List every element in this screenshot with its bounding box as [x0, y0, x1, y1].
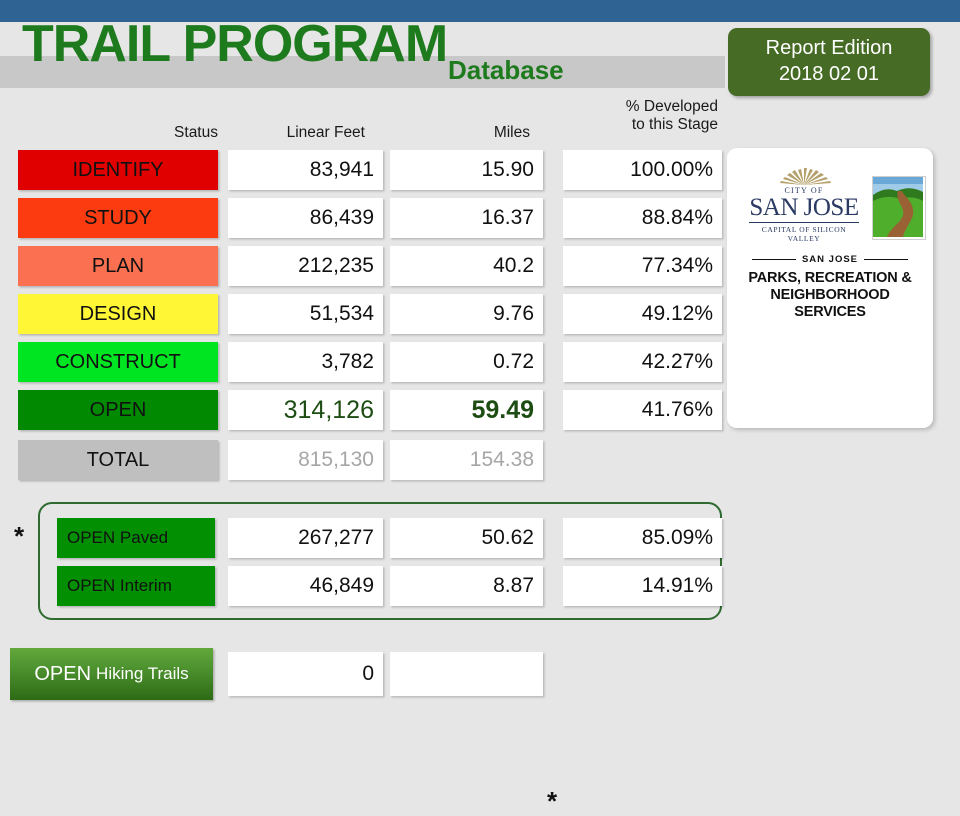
cell-linear-feet: 51,534: [228, 294, 383, 334]
cell-percent: 77.34%: [563, 246, 722, 286]
subgroup-label-open-interim: OPEN Interim: [57, 566, 215, 606]
cell-percent: 14.91%: [563, 566, 722, 606]
table-row: DESIGN 51,534 9.76 49.12%: [0, 294, 740, 334]
table-row: IDENTIFY 83,941 15.90 100.00%: [0, 150, 740, 190]
table-row: STUDY 86,439 16.37 88.84%: [0, 198, 740, 238]
department-name-line2: NEIGHBORHOOD SERVICES: [770, 287, 890, 321]
city-logo: CITY OF SAN JOSE CAPITAL OF SILICON VALL…: [737, 166, 926, 244]
department-city-label: SAN JOSE: [801, 254, 859, 265]
trail-photo-icon: [872, 176, 926, 240]
cell-miles: 15.90: [390, 150, 543, 190]
rule-left: [751, 258, 796, 261]
status-badge: PLAN: [18, 246, 218, 286]
department-city-line: SAN JOSE: [735, 254, 925, 265]
rule-right: [864, 258, 909, 261]
cell-linear-feet: 3,782: [228, 342, 383, 382]
table-row: CONSTRUCT 3,782 0.72 42.27%: [0, 342, 740, 382]
cell-percent: 42.27%: [563, 342, 722, 382]
table-row: PLAN 212,235 40.2 77.34%: [0, 246, 740, 286]
table-row-open: OPEN 314,126 59.49 41.76% *: [0, 390, 740, 814]
page-title: TRAIL PROGRAM: [22, 15, 448, 73]
status-badge: DESIGN: [18, 294, 218, 334]
table-row-total: TOTAL 815,130 154.38: [0, 440, 740, 480]
column-header-linear-feet: Linear Feet: [286, 124, 365, 141]
cell-miles: 9.76: [390, 294, 543, 334]
hiking-label-open: OPEN: [34, 662, 92, 685]
cell-linear-feet: 83,941: [228, 150, 383, 190]
cell-percent: 41.76%: [563, 390, 722, 430]
column-header-status: Status: [174, 124, 218, 141]
cell-percent: 88.84%: [563, 198, 722, 238]
city-name-label: SAN JOSE: [749, 194, 859, 221]
status-badge: IDENTIFY: [18, 150, 218, 190]
cell-linear-feet-total: 815,130: [228, 440, 383, 480]
column-header-miles: Miles: [493, 124, 530, 141]
cell-linear-feet: 314,126: [228, 390, 383, 430]
status-badge: CONSTRUCT: [18, 342, 218, 382]
cell-miles: 0.72: [390, 342, 543, 382]
column-header-percent-line2: to this Stage: [631, 115, 718, 133]
hiking-label-rest: Hiking Trails: [96, 664, 189, 683]
report-edition-badge: Report Edition 2018 02 01: [728, 28, 930, 96]
cell-miles: 59.49: [390, 390, 543, 430]
cell-percent: 85.09%: [563, 518, 722, 558]
cell-miles: 8.87: [390, 566, 543, 606]
status-badge-total: TOTAL: [18, 440, 218, 480]
status-badge: OPEN: [18, 390, 218, 430]
report-edition-label: Report Edition: [765, 37, 893, 60]
department-name: PARKS, RECREATION & NEIGHBORHOOD SERVICE…: [735, 270, 925, 321]
cell-percent: 49.12%: [563, 294, 722, 334]
cell-miles: 40.2: [390, 246, 543, 286]
city-tagline-label: CAPITAL OF SILICON VALLEY: [761, 225, 847, 243]
footnote-asterisk-open: *: [547, 786, 558, 816]
page-subtitle: Database: [448, 55, 564, 85]
cell-linear-feet: 46,849: [228, 566, 383, 606]
status-badge: STUDY: [18, 198, 218, 238]
subgroup-row: OPEN Paved 267,277 50.62 85.09%: [0, 518, 740, 558]
logo-divider: [749, 222, 859, 223]
agency-logo-panel: CITY OF SAN JOSE CAPITAL OF SILICON VALL…: [727, 148, 933, 428]
city-seal: CITY OF SAN JOSE CAPITAL OF SILICON VALL…: [745, 166, 863, 243]
column-header-percent-developed: % Developed to this Stage: [558, 98, 718, 134]
report-edition-date: 2018 02 01: [778, 63, 880, 85]
trail-illustration: [873, 177, 923, 237]
cell-miles: 50.62: [390, 518, 543, 558]
department-logo: SAN JOSE PARKS, RECREATION & NEIGHBORHOO…: [735, 254, 925, 321]
cell-linear-feet: 267,277: [228, 518, 383, 558]
cell-hiking-miles: [390, 652, 543, 696]
subgroup-label-open-paved: OPEN Paved: [57, 518, 215, 558]
cell-miles: 16.37: [390, 198, 543, 238]
cell-linear-feet: 212,235: [228, 246, 383, 286]
department-name-line1: PARKS, RECREATION &: [748, 270, 912, 286]
cell-hiking-linear-feet: 0: [228, 652, 383, 696]
sunburst-icon: [780, 168, 831, 185]
cell-percent: 100.00%: [563, 150, 722, 190]
open-hiking-trails-badge: OPEN Hiking Trails: [10, 648, 213, 700]
column-header-percent-line1: % Developed: [625, 98, 718, 115]
report-page: TRAIL PROGRAM Database Report Edition 20…: [0, 0, 960, 814]
cell-linear-feet: 86,439: [228, 198, 383, 238]
cell-miles-total: 154.38: [390, 440, 543, 480]
subgroup-row: OPEN Interim 46,849 8.87 14.91%: [0, 566, 740, 606]
